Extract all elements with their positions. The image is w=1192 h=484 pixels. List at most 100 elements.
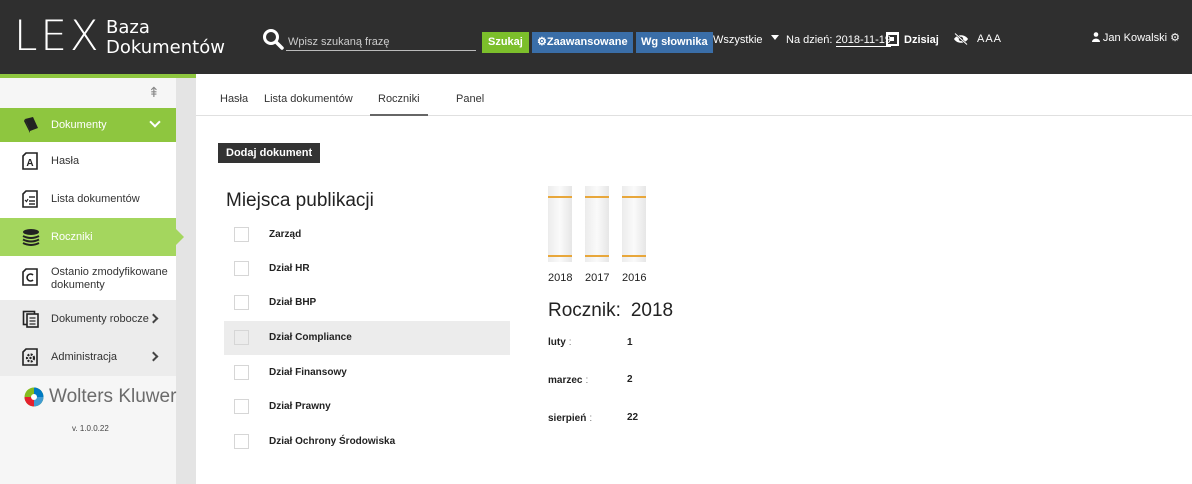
month-name: luty	[548, 337, 566, 348]
dictionary-button[interactable]: Wg słownika	[636, 32, 713, 53]
user-name: Jan Kowalski	[1102, 32, 1168, 44]
sidebar-item-hasla-label: Hasła	[51, 155, 80, 167]
calendar-icon[interactable]	[886, 32, 899, 46]
month-count: 2	[627, 374, 633, 385]
sidebar-item-recently-modified-label: Ostanio zmodyfikowane dokumenty	[51, 266, 168, 291]
search-icon[interactable]	[262, 28, 284, 50]
font-size-control[interactable]: AAA	[977, 32, 1002, 46]
year-label[interactable]: 2018	[548, 272, 572, 284]
month-row-label[interactable]: marzec:	[548, 375, 588, 386]
sidebar-item-roczniki-label: Roczniki	[51, 231, 93, 243]
month-colon: :	[589, 413, 593, 424]
tab-roczniki[interactable]: Roczniki	[370, 93, 428, 116]
sidebar: ⇞ Dokumenty A Hasła Lista dokumentów Roc…	[0, 74, 196, 484]
publication-place-checkbox[interactable]	[234, 330, 249, 345]
advanced-search-label: Zaawansowane	[546, 36, 628, 48]
publication-place-checkbox[interactable]	[234, 261, 249, 276]
chevron-down-icon	[149, 116, 161, 128]
publication-place-label: Zarząd	[269, 229, 302, 240]
stack-icon	[22, 229, 40, 246]
advanced-search-button[interactable]: ⚙Zaawansowane	[532, 32, 633, 53]
sidebar-item-recently-modified[interactable]: Ostanio zmodyfikowane dokumenty	[0, 256, 176, 300]
publication-place-row[interactable]: Dział Ochrony Środowiska	[224, 425, 510, 459]
add-document-button[interactable]: Dodaj dokument	[218, 143, 321, 163]
date-field[interactable]: 2018-11-19	[835, 34, 891, 47]
gear-icon[interactable]: ⚙	[1170, 32, 1180, 44]
user-menu[interactable]: Jan Kowalski ⚙	[1091, 31, 1180, 45]
date-filter: Na dzień: 2018-11-19	[786, 33, 891, 47]
yearbook-label: Rocznik:	[548, 300, 621, 321]
publication-place-checkbox[interactable]	[234, 365, 249, 380]
year-volume-2017[interactable]	[585, 186, 609, 262]
tab-bar: Hasła Lista dokumentów Roczniki Panel	[196, 74, 1192, 116]
publication-place-label: Dział Ochrony Środowiska	[269, 436, 396, 447]
today-button[interactable]: Dzisiaj	[904, 33, 939, 47]
checklist-icon	[22, 190, 38, 208]
year-label[interactable]: 2016	[622, 272, 646, 284]
top-header: LEX Baza Dokumentów Szukaj ⚙Zaawansowane…	[0, 0, 1192, 74]
logo-subtitle-line1: Baza	[106, 17, 150, 38]
chevron-right-icon	[148, 351, 159, 362]
publication-place-row[interactable]: Dział BHP	[224, 286, 510, 320]
publication-place-checkbox[interactable]	[234, 434, 249, 449]
sidebar-item-drafts-label: Dokumenty robocze	[51, 313, 149, 325]
publication-place-label: Dział Compliance	[269, 332, 352, 343]
tab-document-list[interactable]: Lista dokumentów	[264, 93, 353, 105]
publication-place-row[interactable]: Dział HR	[224, 252, 510, 286]
tab-hasla[interactable]: Hasła	[220, 93, 248, 105]
year-volume-2018[interactable]	[548, 186, 572, 262]
eye-slash-icon[interactable]	[953, 33, 969, 45]
month-row-label[interactable]: luty:	[548, 337, 572, 348]
month-name: sierpień	[548, 413, 587, 424]
month-count: 1	[627, 337, 633, 348]
user-icon	[1091, 32, 1100, 42]
caret-down-icon[interactable]	[771, 35, 779, 40]
logo-subtitle: Baza Dokumentów	[106, 18, 225, 58]
sidebar-item-documents[interactable]: Dokumenty	[0, 108, 176, 142]
wolters-kluwer-logo: Wolters Kluwer	[24, 386, 176, 408]
sidebar-item-administration-label: Administracja	[51, 351, 118, 363]
publication-places-title: Miejsca publikacji	[226, 190, 374, 211]
month-colon: :	[568, 337, 572, 348]
sidebar-item-roczniki[interactable]: Roczniki	[0, 218, 184, 256]
publication-place-row[interactable]: Dział Prawny	[224, 390, 510, 424]
publication-place-row[interactable]: Dział Compliance	[224, 321, 510, 355]
collapse-sidebar-icon[interactable]: ⇞	[148, 84, 162, 100]
letter-a-icon: A	[22, 152, 38, 170]
logo-subtitle-line2: Dokumentów	[106, 37, 225, 58]
month-name: marzec	[548, 375, 583, 386]
search-input[interactable]	[286, 33, 476, 51]
publication-place-row[interactable]: Dział Finansowy	[224, 356, 510, 390]
publication-place-label: Dział HR	[269, 263, 310, 274]
scope-filter-value[interactable]: Wszystkie	[713, 33, 763, 47]
publication-place-checkbox[interactable]	[234, 399, 249, 414]
sidebar-item-administration[interactable]: Administracja	[0, 338, 176, 376]
year-label[interactable]: 2017	[585, 272, 609, 284]
sidebar-item-drafts[interactable]: Dokumenty robocze	[0, 300, 176, 338]
wolters-kluwer-globe-icon	[24, 387, 44, 407]
sidebar-accent-stripe	[0, 74, 196, 78]
sidebar-gutter	[176, 78, 196, 484]
publication-place-label: Dział Prawny	[269, 401, 331, 412]
logo-lex[interactable]: LEX	[14, 14, 102, 58]
search-button[interactable]: Szukaj	[482, 32, 529, 53]
date-prefix: Na dzień:	[786, 34, 833, 46]
publication-place-checkbox[interactable]	[234, 227, 249, 242]
sidebar-item-documents-label: Dokumenty	[51, 119, 107, 131]
sidebar-item-document-list-label: Lista dokumentów	[51, 193, 140, 205]
yearbook-value: 2018	[630, 300, 674, 321]
version-label: v. 1.0.0.22	[72, 424, 109, 433]
publication-place-label: Dział BHP	[269, 297, 317, 308]
drafts-icon	[22, 310, 39, 328]
brand-name: Wolters Kluwer	[49, 386, 177, 407]
month-colon: :	[585, 375, 589, 386]
sidebar-item-hasla[interactable]: A Hasła	[0, 142, 176, 180]
tab-panel[interactable]: Panel	[456, 93, 484, 105]
publication-place-checkbox[interactable]	[234, 295, 249, 310]
publication-place-row[interactable]: Zarząd	[224, 218, 510, 252]
month-row-label[interactable]: sierpień:	[548, 413, 592, 424]
year-volume-2016[interactable]	[622, 186, 646, 262]
chevron-right-icon	[148, 313, 159, 324]
sidebar-item-document-list[interactable]: Lista dokumentów	[0, 180, 176, 218]
gears-icon: ⚙	[537, 36, 547, 48]
